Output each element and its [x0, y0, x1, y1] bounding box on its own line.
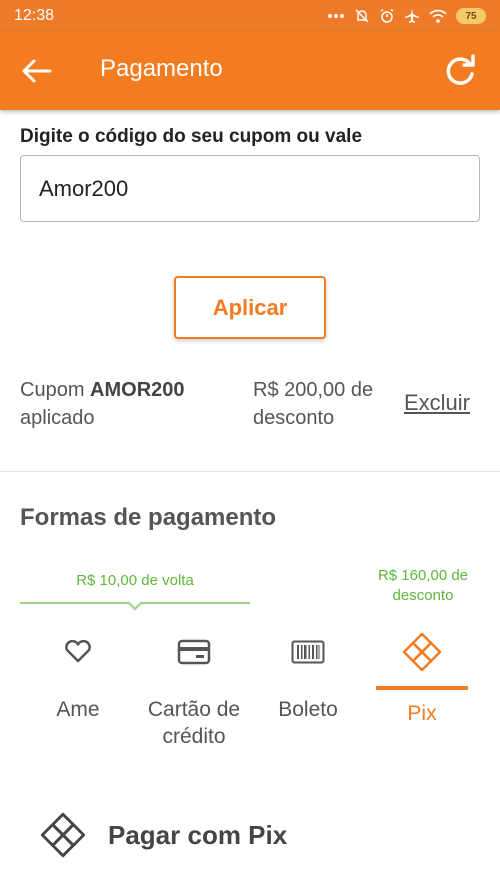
- caret-down-icon: [128, 601, 142, 611]
- remove-coupon-link[interactable]: Excluir: [404, 389, 470, 417]
- back-arrow-icon[interactable]: [20, 56, 54, 86]
- selected-tab-indicator: [376, 686, 468, 690]
- coupon-applied-suffix: aplicado: [20, 407, 95, 429]
- coupon-label: Digite o código do seu cupom ou vale: [20, 126, 363, 147]
- coupon-status: Cupom AMOR200 aplicado R$ 200,00 de desc…: [20, 376, 480, 432]
- status-time: 12:38: [14, 7, 55, 24]
- coupon-applied-prefix: Cupom: [20, 379, 85, 401]
- payment-tab-label: Cartão de crédito: [147, 698, 241, 748]
- battery-icon: 75: [456, 8, 486, 24]
- payment-tab-ame[interactable]: Ame: [28, 630, 128, 760]
- payment-tab-label: Ame: [56, 698, 100, 721]
- payment-tab-pix[interactable]: Pix: [376, 630, 468, 760]
- status-bar: 12:38 75: [0, 0, 500, 32]
- pix-icon: [40, 812, 86, 858]
- coupon-input[interactable]: [20, 155, 480, 222]
- payment-tab-label: Pix: [407, 702, 437, 725]
- coupon-applied-text: Cupom AMOR200 aplicado: [20, 376, 230, 432]
- pix-discount-note: R$ 160,00 de desconto: [377, 567, 469, 604]
- wifi-icon: [429, 9, 447, 23]
- payment-tab-boleto[interactable]: Boleto: [258, 630, 358, 760]
- payment-tab-label: Boleto: [278, 698, 338, 721]
- apply-coupon-button[interactable]: Aplicar: [174, 276, 326, 339]
- status-icons: 75: [327, 8, 486, 24]
- barcode-icon: [291, 630, 325, 674]
- pix-icon: [402, 630, 442, 674]
- alarm-icon: [380, 8, 394, 23]
- credit-card-icon: [177, 630, 211, 674]
- dots-icon: [328, 14, 344, 18]
- coupon-applied-code: AMOR200: [90, 379, 185, 401]
- divider: [0, 471, 500, 472]
- payment-tab-credit-card[interactable]: Cartão de crédito: [136, 630, 252, 760]
- page-title: Pagamento: [100, 55, 223, 82]
- cashback-note: R$ 10,00 de volta: [76, 572, 194, 589]
- heart-icon: [64, 630, 92, 674]
- pay-with-pix-label: Pagar com Pix: [108, 819, 288, 850]
- airplane-icon: [405, 9, 419, 23]
- payment-section-title: Formas de pagamento: [20, 504, 277, 531]
- pay-with-pix: Pagar com Pix: [40, 810, 287, 860]
- app-bar: Pagamento: [0, 32, 500, 110]
- coupon-discount-text: R$ 200,00 de desconto: [253, 379, 374, 429]
- alarm-off-icon: [355, 9, 369, 23]
- refresh-icon[interactable]: [441, 52, 479, 90]
